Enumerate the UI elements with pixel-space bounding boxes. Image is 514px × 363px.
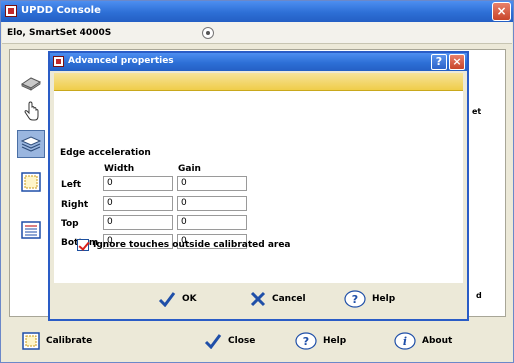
main-close-button[interactable]: × (492, 2, 511, 21)
dialog-close-button[interactable]: × (449, 54, 465, 70)
check-icon (204, 334, 222, 349)
top-width-field[interactable]: 0 (103, 215, 173, 230)
dialog-title: Advanced properties (68, 56, 174, 66)
calibrate-button[interactable]: Calibrate (22, 331, 92, 351)
check-icon (158, 292, 176, 307)
hidden-text-fragment: d (476, 291, 482, 300)
hidden-text-fragment: et (472, 107, 482, 116)
advanced-properties-dialog: Advanced properties ? × Edge acceleratio… (48, 51, 469, 321)
list-icon (21, 221, 41, 239)
row-label-top: Top (61, 219, 79, 229)
highlight-strip (54, 73, 463, 91)
about-label: About (422, 336, 453, 346)
device-settings-icon (20, 77, 42, 91)
calibration-target-icon (22, 332, 40, 350)
dialog-help-action-button[interactable]: ? Help (344, 289, 395, 309)
left-gain-field[interactable]: 0 (177, 176, 247, 191)
about-button[interactable]: i About (394, 331, 452, 351)
ignore-touches-label[interactable]: Ignore touches outside calibrated area (93, 240, 291, 250)
sidebar-item-list[interactable] (17, 216, 45, 244)
x-icon (250, 291, 266, 307)
row-label-left: Left (61, 180, 82, 190)
sidebar-item-device[interactable] (17, 68, 45, 96)
help-icon: ? (344, 290, 366, 308)
window-title: UPDD Console (21, 5, 101, 16)
device-bar: Elo, SmartSet 4000S (2, 22, 512, 44)
left-width-field[interactable]: 0 (103, 176, 173, 191)
dialog-help-button[interactable]: ? (431, 54, 447, 70)
ok-label: OK (182, 294, 197, 304)
app-icon (53, 56, 64, 67)
svg-text:?: ? (303, 335, 309, 348)
cancel-button[interactable]: Cancel (250, 289, 306, 309)
gain-column-header: Gain (178, 164, 201, 174)
layers-icon (20, 136, 42, 152)
help-icon: ? (295, 332, 317, 350)
device-select-radio[interactable] (202, 27, 214, 39)
main-footer: Calibrate Close ? Help i About (2, 321, 512, 361)
ok-button[interactable]: OK (158, 289, 197, 309)
calibration-target-icon (21, 172, 41, 192)
close-button[interactable]: Close (204, 331, 255, 351)
dialog-titlebar[interactable]: Advanced properties ? × (50, 53, 467, 71)
hand-pointer-icon (24, 101, 39, 121)
ignore-touches-checkbox[interactable] (77, 239, 89, 251)
help-label: Help (323, 336, 347, 346)
device-name: Elo, SmartSet 4000S (7, 28, 112, 38)
width-column-header: Width (104, 164, 135, 174)
sidebar-item-touch[interactable] (17, 98, 45, 126)
svg-text:?: ? (352, 293, 358, 306)
info-icon: i (394, 332, 416, 350)
top-gain-field[interactable]: 0 (177, 215, 247, 230)
calibrate-label: Calibrate (46, 336, 93, 346)
app-icon (5, 5, 17, 17)
right-width-field[interactable]: 0 (103, 196, 173, 211)
close-label: Close (228, 336, 256, 346)
svg-text:i: i (403, 335, 407, 348)
ignore-touches-row: Ignore touches outside calibrated area (77, 239, 291, 251)
help-button[interactable]: ? Help (295, 331, 346, 351)
edge-acceleration-title: Edge acceleration (60, 148, 151, 158)
cancel-label: Cancel (272, 294, 306, 304)
row-label-right: Right (61, 200, 89, 210)
sidebar-item-calibration[interactable] (17, 168, 45, 196)
help-label: Help (372, 294, 396, 304)
right-gain-field[interactable]: 0 (177, 196, 247, 211)
sidebar-item-properties[interactable] (17, 130, 45, 158)
main-titlebar[interactable]: UPDD Console × (1, 1, 513, 22)
